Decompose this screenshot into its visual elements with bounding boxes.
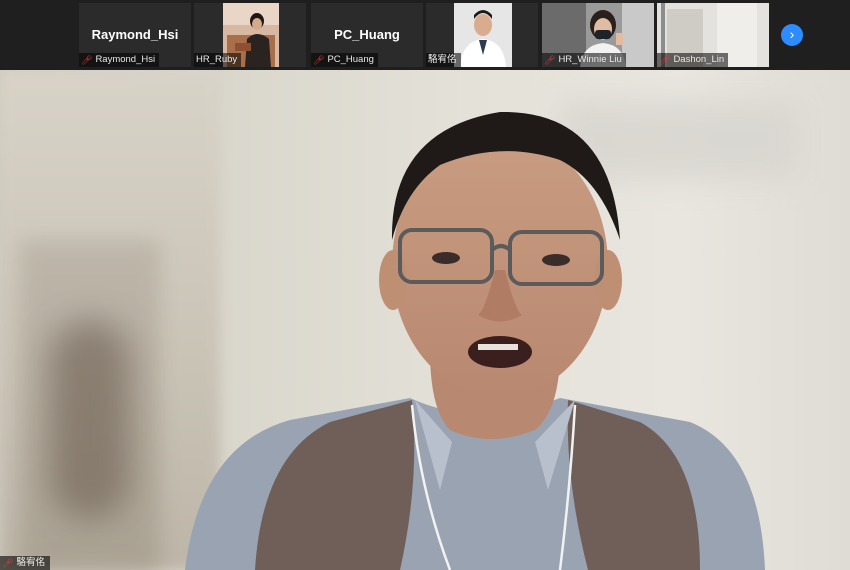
- active-speaker-video: 🎤︎ 駱宥佲: [0, 70, 850, 570]
- participant-tile-hr-winnie[interactable]: 🎤︎ HR_Winnie Liu: [542, 3, 654, 67]
- mic-muted-icon: 🎤︎: [313, 55, 325, 65]
- participant-name: HR_Winnie Liu: [558, 54, 622, 65]
- participant-tile-hr-ruby[interactable]: HR_Ruby: [194, 3, 306, 67]
- participant-name: PC_Huang: [327, 54, 374, 65]
- speaker-video-feed: [185, 111, 765, 570]
- speaker-name-tag: 🎤︎ 駱宥佲: [0, 556, 50, 570]
- mic-muted-icon: 🎤︎: [659, 55, 671, 65]
- participant-name: 駱宥佲: [428, 54, 457, 65]
- participant-tile-pc-huang[interactable]: PC_Huang 🎤︎ PC_Huang: [311, 3, 423, 67]
- participant-label: 🎤︎ Dashon_Lin: [657, 53, 729, 67]
- participant-tile-dashon[interactable]: 🎤︎ Dashon_Lin: [657, 3, 769, 67]
- participant-display-name: PC_Huang: [334, 27, 400, 42]
- participant-name: HR_Ruby: [196, 54, 238, 65]
- participant-label: HR_Ruby: [194, 53, 242, 67]
- participant-label: 🎤︎ Raymond_Hsi: [79, 53, 160, 67]
- participant-label: 🎤︎ PC_Huang: [311, 53, 378, 67]
- mic-muted-icon: 🎤︎: [81, 55, 93, 65]
- participant-name: Dashon_Lin: [673, 54, 725, 65]
- participant-strip: Raymond_Hsi 🎤︎ Raymond_Hsi HR_Ruby PC_Hu…: [0, 0, 850, 71]
- chevron-right-icon[interactable]: ›: [781, 24, 803, 46]
- participant-label: 🎤︎ HR_Winnie Liu: [542, 53, 626, 67]
- participant-tile-luo[interactable]: 駱宥佲: [426, 3, 538, 67]
- speaker-name: 駱宥佲: [16, 557, 45, 568]
- mic-muted-icon: 🎤︎: [544, 55, 556, 65]
- participant-tile-raymond[interactable]: Raymond_Hsi 🎤︎ Raymond_Hsi: [79, 3, 191, 67]
- participant-label: 駱宥佲: [426, 53, 461, 67]
- participant-display-name: Raymond_Hsi: [91, 27, 179, 42]
- participant-video: [454, 3, 512, 67]
- mic-muted-icon: 🎤︎: [2, 558, 14, 568]
- participant-name: Raymond_Hsi: [95, 54, 156, 65]
